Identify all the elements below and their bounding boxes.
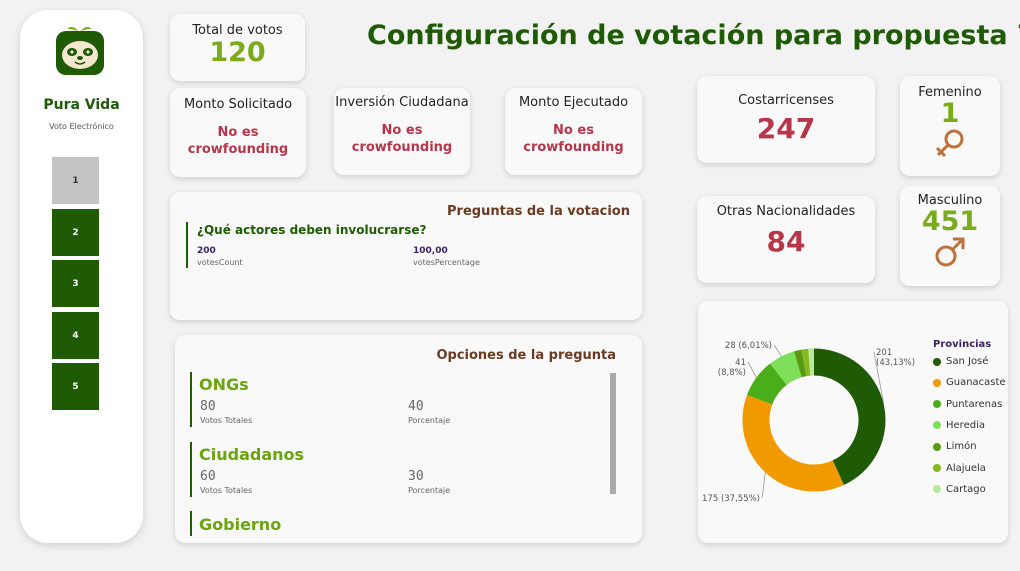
legend-dot-icon [933, 400, 941, 409]
option-total-label: Votos Totales [200, 486, 253, 495]
donut-slice-guanacaste[interactable] [742, 395, 844, 492]
opciones-header: Opciones de la pregunta [436, 348, 616, 363]
monto-ejecutado-value: No es crowfounding [523, 123, 624, 155]
legend-item-guanacaste[interactable]: Guanacaste [933, 377, 1006, 388]
donut-data-label: 175 (37,55%) [702, 494, 760, 504]
legend-dot-icon [933, 378, 941, 387]
option-pct-label: Porcentaje [408, 486, 451, 495]
page-button-4[interactable]: 4 [52, 312, 99, 359]
legend-label: Alajuela [946, 462, 986, 474]
page-button-5[interactable]: 5 [52, 363, 99, 410]
donut-slice-heredia[interactable] [770, 351, 803, 386]
page-title: Configuración de votación para propuesta… [367, 20, 1020, 51]
legend-label: Puntarenas [946, 398, 1003, 410]
legend-label: Limón [946, 441, 977, 453]
option-accent-bar [190, 442, 192, 497]
sloth-logo-icon [56, 27, 104, 75]
scrollbar-thumb[interactable] [610, 373, 616, 494]
page-button-2[interactable]: 2 [52, 209, 99, 256]
legend-label: San José [946, 356, 989, 367]
total-votos-label: Total de votos [192, 23, 283, 38]
opciones-card: Opciones de la pregunta ONGs 80 Votos To… [175, 335, 642, 543]
donut-data-label: 41 (8,8%) [718, 358, 746, 378]
legend-label: Heredia [946, 419, 985, 431]
donut-leader-line [761, 472, 766, 499]
sidebar: Pura Vida Voto Electrónico 1 2 3 4 5 [20, 10, 143, 543]
legend-dot-icon [933, 442, 941, 451]
votes-count-value: 200 [197, 246, 216, 256]
otras-nacionalidades-value: 84 [766, 225, 806, 258]
inversion-ciudadana-card: Inversión Ciudadana No es crowfounding [334, 88, 470, 175]
legend-title: Provincias [933, 339, 992, 350]
legend-item-limón[interactable]: Limón [933, 441, 977, 452]
votes-percentage-label: votesPercentage [413, 258, 480, 267]
donut-leader-line [747, 361, 757, 378]
monto-ejecutado-card: Monto Ejecutado No es crowfounding [505, 88, 642, 175]
option-pct-label: Porcentaje [408, 416, 451, 425]
legend-item-alajuela[interactable]: Alajuela [933, 463, 986, 474]
question-text: ¿Qué actores deben involucrarse? [197, 223, 427, 237]
legend-item-puntarenas[interactable]: Puntarenas [933, 399, 1002, 410]
legend-item-cartago[interactable]: Cartago [933, 484, 986, 495]
monto-solicitado-label: Monto Solicitado [183, 97, 293, 112]
option-total: 60 [200, 469, 216, 484]
otras-nacionalidades-card: Otras Nacionalidades 84 [697, 196, 875, 283]
otras-nacionalidades-label: Otras Nacionalidades [716, 204, 856, 219]
donut-data-label: 28 (6,01%) [725, 341, 772, 351]
donut-leader-line [773, 344, 782, 357]
monto-ejecutado-label: Monto Ejecutado [518, 95, 629, 110]
option-accent-bar [190, 511, 192, 536]
votes-count-label: votesCount [197, 258, 243, 267]
legend-label: Cartago [946, 483, 986, 495]
total-votos-value: 120 [209, 37, 266, 68]
option-total: 80 [200, 399, 216, 414]
votes-percentage-value: 100,00 [413, 246, 448, 256]
preguntas-card: Preguntas de la votacion ¿Qué actores de… [170, 192, 642, 320]
preguntas-header: Preguntas de la votacion [447, 204, 630, 219]
inversion-ciudadana-value: No es crowfounding [351, 123, 453, 155]
costarricenses-card: Costarricenses 247 [697, 76, 875, 163]
option-accent-bar [190, 372, 192, 427]
donut-data-label: 201 (43,13%) [876, 348, 915, 368]
female-icon [935, 129, 964, 158]
femenino-card: Femenino 1 [900, 76, 1000, 176]
legend-dot-icon [933, 421, 941, 430]
donut-slice-limón[interactable] [794, 349, 807, 378]
brand-name: Pura Vida [43, 97, 120, 113]
legend-dot-icon [933, 464, 941, 472]
page-button-1[interactable]: 1 [52, 157, 99, 204]
option-name: Ciudadanos [199, 445, 305, 464]
costarricenses-value: 247 [756, 112, 816, 145]
option-name: ONGs [199, 375, 249, 394]
donut-slice-puntarenas[interactable] [747, 363, 788, 405]
costarricenses-label: Costarricenses [738, 93, 834, 108]
legend-item-san-josé[interactable]: San José [933, 356, 988, 367]
total-votos-card: Total de votos 120 [170, 14, 305, 81]
option-pct: 40 [408, 399, 424, 414]
legend-label: Guanacaste [946, 377, 1006, 389]
option-total-label: Votos Totales [200, 416, 253, 425]
monto-solicitado-value: No es crowfounding [187, 125, 289, 157]
monto-solicitado-card: Monto Solicitado No es crowfounding [170, 88, 306, 177]
option-pct: 30 [408, 469, 424, 484]
inversion-ciudadana-label: Inversión Ciudadana [335, 95, 469, 110]
page-button-3[interactable]: 3 [52, 260, 99, 307]
question-accent-bar [186, 222, 188, 268]
masculino-value: 451 [921, 206, 979, 237]
male-icon [935, 237, 965, 267]
masculino-card: Masculino 451 [900, 186, 1000, 286]
option-name: Gobierno [199, 515, 282, 534]
donut-slice-san-josé[interactable] [813, 348, 886, 485]
legend-dot-icon [933, 485, 941, 494]
brand-subtitle: Voto Electrónico [49, 122, 114, 131]
legend-dot-icon [933, 357, 941, 366]
femenino-value: 1 [940, 98, 960, 129]
donut-slice-alajuela[interactable] [801, 348, 811, 377]
legend-item-heredia[interactable]: Heredia [933, 420, 985, 431]
